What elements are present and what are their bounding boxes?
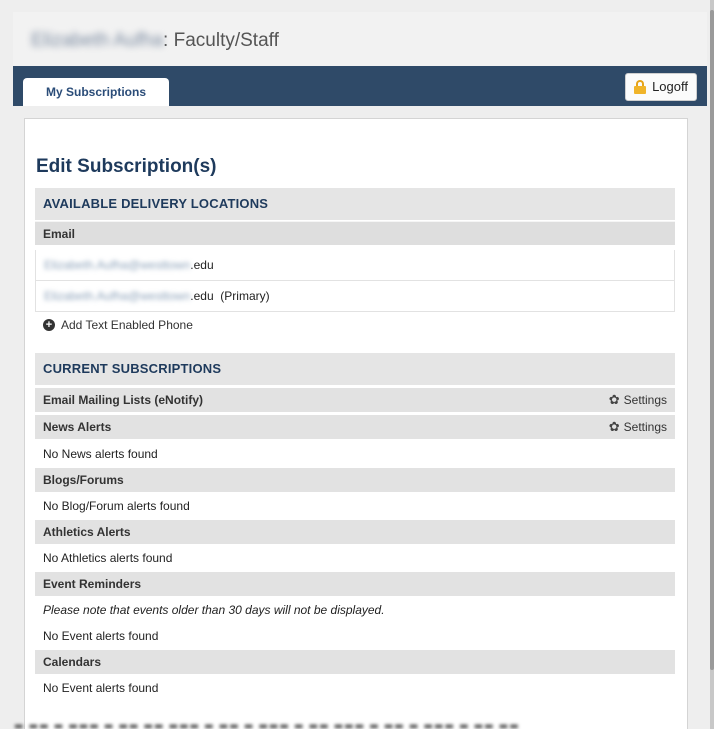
settings-label: Settings xyxy=(623,420,667,434)
category-event-reminders: Event Reminders xyxy=(35,572,675,596)
email-domain: .edu xyxy=(190,258,214,272)
gear-icon: ✿ xyxy=(608,392,620,407)
delivery-locations-header: AVAILABLE DELIVERY LOCATIONS xyxy=(35,188,675,220)
email-row[interactable]: Elizabeth.Aufha@westtown.edu (Primary) xyxy=(35,281,675,312)
category-title: Email Mailing Lists (eNotify) xyxy=(43,393,204,407)
settings-link[interactable]: ✿ Settings xyxy=(609,415,667,439)
user-role: : Faculty/Staff xyxy=(163,30,279,51)
email-header: Email xyxy=(35,221,675,245)
footer-blurred-text: ▬ ▬▬ ▬ ▬▬▬ ▬ ▬▬ ▬▬ ▬▬▬ ▬ ▬▬ ▬ ▬▬▬ ▬ ▬▬ ▬… xyxy=(14,721,520,729)
category-title: News Alerts xyxy=(43,420,112,434)
scrollbar-thumb[interactable] xyxy=(710,10,714,670)
logoff-button[interactable]: Logoff xyxy=(625,73,697,101)
current-subscriptions-header: CURRENT SUBSCRIPTIONS xyxy=(35,353,675,385)
blogs-empty-message: No Blog/Forum alerts found xyxy=(43,499,190,513)
gear-icon: ✿ xyxy=(608,419,620,434)
lock-icon xyxy=(634,80,647,94)
athletics-empty-message: No Athletics alerts found xyxy=(43,551,173,565)
page-heading: Edit Subscription(s) xyxy=(36,156,217,177)
tab-my-subscriptions[interactable]: My Subscriptions xyxy=(23,78,169,106)
category-blogs-forums: Blogs/Forums xyxy=(35,468,675,492)
category-title: Blogs/Forums xyxy=(43,473,124,487)
category-email-lists: Email Mailing Lists (eNotify) ✿ Settings xyxy=(35,388,675,412)
category-calendars: Calendars xyxy=(35,650,675,674)
category-athletics-alerts: Athletics Alerts xyxy=(35,520,675,544)
add-text-phone-link[interactable]: + Add Text Enabled Phone xyxy=(43,318,193,332)
settings-link[interactable]: ✿ Settings xyxy=(609,388,667,412)
email-local: Elizabeth.Aufha@westtown xyxy=(44,289,191,303)
email-row[interactable]: Elizabeth.Aufha@westtown.edu xyxy=(35,250,675,281)
email-domain: .edu xyxy=(190,289,214,303)
events-note: Please note that events older than 30 da… xyxy=(43,603,385,617)
news-empty-message: No News alerts found xyxy=(43,447,158,461)
category-title: Calendars xyxy=(43,655,102,669)
settings-label: Settings xyxy=(623,393,667,407)
category-title: Athletics Alerts xyxy=(43,525,131,539)
events-empty-message: No Event alerts found xyxy=(43,629,159,643)
scrollbar[interactable] xyxy=(710,0,714,729)
plus-circle-icon: + xyxy=(43,319,55,331)
title-bar: Elizabeth Aufha: Faculty/Staff xyxy=(13,12,707,66)
category-news-alerts: News Alerts ✿ Settings xyxy=(35,415,675,439)
user-name: Elizabeth Aufha xyxy=(31,30,164,51)
page-title: Elizabeth Aufha: Faculty/Staff xyxy=(31,30,279,52)
add-phone-label: Add Text Enabled Phone xyxy=(61,318,193,332)
email-local: Elizabeth.Aufha@westtown xyxy=(44,258,191,272)
email-primary-label: (Primary) xyxy=(213,289,270,303)
main-panel: Edit Subscription(s) AVAILABLE DELIVERY … xyxy=(24,118,688,729)
nav-bar: My Subscriptions Logoff xyxy=(13,66,707,106)
logoff-label: Logoff xyxy=(652,79,688,94)
calendars-empty-message: No Event alerts found xyxy=(43,681,159,695)
category-title: Event Reminders xyxy=(43,577,142,591)
